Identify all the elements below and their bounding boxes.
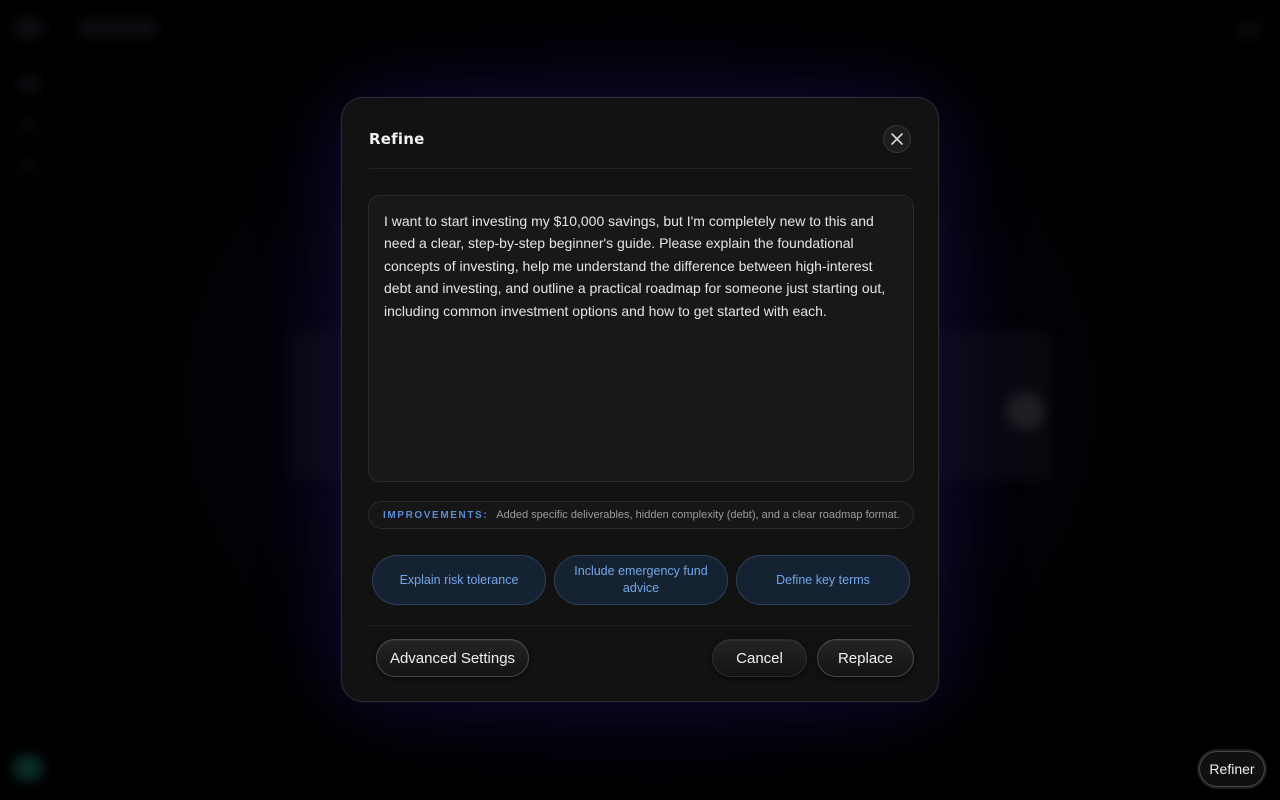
replace-button[interactable]: Replace — [817, 639, 914, 677]
suggestion-label: Explain risk tolerance — [399, 572, 519, 587]
background-sidebar-icon — [18, 160, 38, 174]
background-sidebar-icon — [18, 76, 40, 92]
replace-label: Replace — [837, 649, 894, 667]
refine-dialog: Refine I want to start investing my $10,… — [341, 97, 939, 702]
header-divider — [369, 168, 913, 169]
background-status-icon — [14, 756, 42, 780]
advanced-settings-label: Advanced Settings — [389, 649, 516, 667]
close-button[interactable] — [883, 125, 911, 153]
close-icon — [891, 133, 903, 145]
suggestion-chip[interactable]: Include emergency fund advice — [554, 555, 728, 605]
improvements-summary: IMPROVEMENTS: Added specific deliverable… — [368, 501, 914, 529]
footer-divider — [369, 625, 913, 626]
refiner-toggle-button[interactable]: Refiner — [1199, 751, 1265, 787]
background-send-button — [1006, 392, 1044, 430]
suggestion-chip[interactable]: Define key terms — [736, 555, 910, 605]
suggestion-chip[interactable]: Explain risk tolerance — [372, 555, 546, 605]
background-title — [78, 20, 158, 36]
background-sidebar-icon — [18, 118, 38, 132]
refiner-label: Refiner — [1209, 761, 1255, 777]
background-logo — [14, 18, 44, 38]
dialog-title: Refine — [369, 130, 425, 148]
cancel-label: Cancel — [736, 649, 783, 667]
refined-prompt-text: I want to start investing my $10,000 sav… — [384, 213, 886, 319]
suggestion-label: Include emergency fund advice — [574, 564, 708, 595]
advanced-settings-button[interactable]: Advanced Settings — [376, 639, 529, 677]
improvements-label: IMPROVEMENTS: — [383, 509, 489, 521]
suggestion-label: Define key terms — [776, 572, 870, 587]
refined-prompt-textarea[interactable]: I want to start investing my $10,000 sav… — [368, 195, 914, 482]
cancel-button[interactable]: Cancel — [712, 639, 807, 677]
background-header-icon — [1236, 20, 1262, 40]
improvements-text: Added specific deliverables, hidden comp… — [496, 509, 900, 521]
